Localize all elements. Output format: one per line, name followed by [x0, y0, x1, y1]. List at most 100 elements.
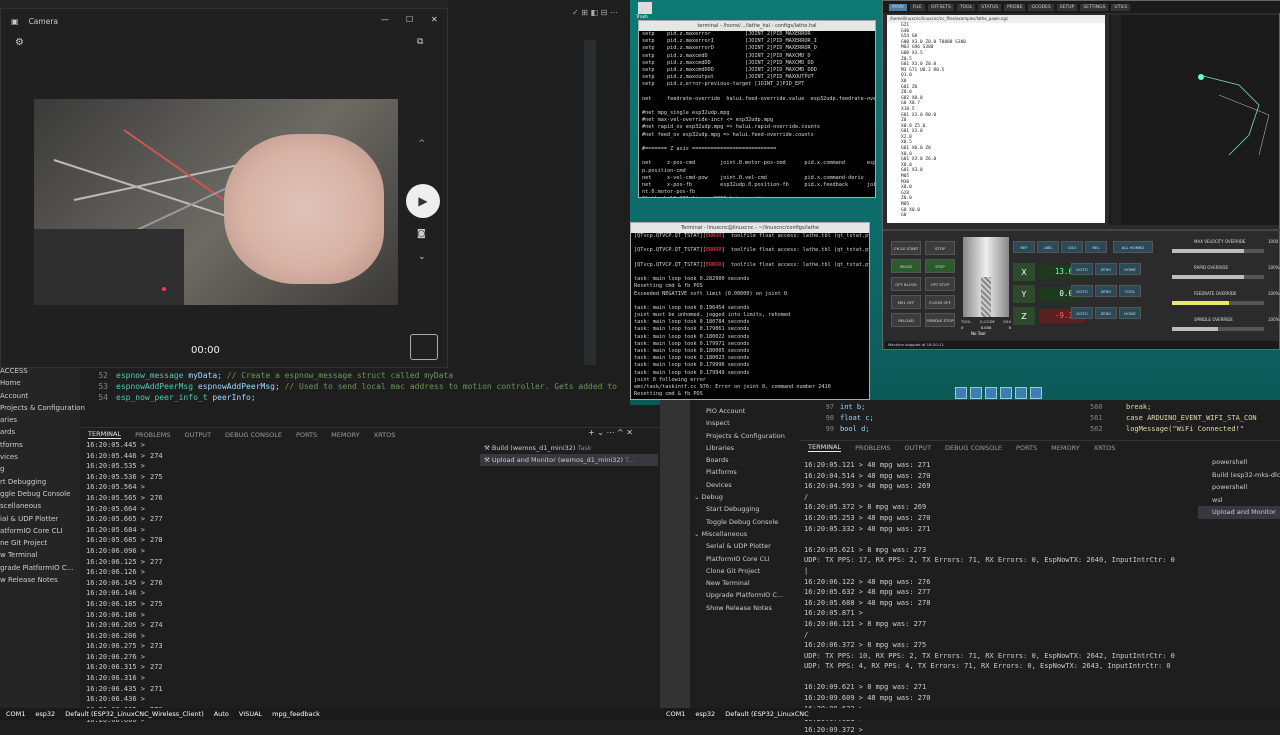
sidebar-item[interactable]: Home: [0, 377, 80, 389]
gui-button[interactable]: RELOAD: [891, 313, 921, 327]
left-terminal[interactable]: 16:20:05.445 >16:20:05.446 >274 16:20:05.…: [80, 440, 480, 724]
taskbar-terminal-icon[interactable]: [970, 387, 982, 399]
panel-tab[interactable]: MEMORY: [1051, 444, 1080, 452]
sidebar-item[interactable]: ards: [0, 426, 80, 438]
axis-button[interactable]: HOME: [1119, 263, 1141, 275]
axis-button[interactable]: ZERO: [1095, 263, 1117, 275]
gallery-thumbnail[interactable]: [410, 334, 438, 360]
axis-button[interactable]: GOTO: [1071, 263, 1093, 275]
sidebar-item[interactable]: g: [0, 463, 80, 475]
maximize-icon[interactable]: ☐: [406, 15, 413, 24]
axis-button[interactable]: REF: [1013, 241, 1035, 253]
terminal-session[interactable]: ⚒ Build (wemos_d1_mini32) Task: [480, 442, 658, 454]
sidebar-item[interactable]: Projects & Configuration: [0, 402, 85, 414]
terminal-session[interactable]: ⚒ Upload and Monitor (wemos_d1_mini32) T…: [480, 454, 658, 466]
sidebar-section[interactable]: ⌄ Miscellaneous: [690, 528, 800, 540]
hal-editor-terminal[interactable]: terminal - /home/.../lathe_hal - configs…: [638, 20, 876, 198]
sidebar-item[interactable]: grade PlatformIO C...: [0, 562, 80, 574]
axis-button[interactable]: TOOL: [1119, 285, 1141, 297]
axis-button[interactable]: ZERO: [1095, 307, 1117, 319]
sidebar-item[interactable]: Serial & UDP Plotter: [690, 540, 800, 552]
panel-controls[interactable]: + ⌄ ⋯ ^ ✕: [588, 428, 633, 437]
panel-tab[interactable]: XRTOS: [1094, 444, 1116, 452]
gui-button[interactable]: OPT STOP: [925, 277, 955, 291]
editor-toolbar-icons[interactable]: ✓ ⊞ ◧ ⊟ ⋯: [572, 8, 618, 17]
panel-tab[interactable]: PORTS: [296, 431, 317, 439]
taskbar-settings-icon[interactable]: [1000, 387, 1012, 399]
gui-button[interactable]: SPINDLE STOP: [925, 313, 955, 327]
sidebar-item[interactable]: Boards: [690, 454, 800, 466]
axis-button[interactable]: HOME: [1119, 307, 1141, 319]
status-item[interactable]: Auto: [214, 710, 229, 718]
axis-button[interactable]: ABS: [1037, 241, 1059, 253]
sidebar-item[interactable]: Account: [0, 390, 80, 402]
close-icon[interactable]: ✕: [431, 15, 438, 24]
gcode-viewer[interactable]: G21 G40 G54 G8 G00 X3.0 Z0.0 T0808 S300 M03 …: [887, 23, 1105, 223]
panel-tab[interactable]: PORTS: [1016, 444, 1037, 452]
panel-tab[interactable]: XRTOS: [374, 431, 396, 439]
toolpath-preview[interactable]: [1109, 15, 1279, 225]
sidebar-section[interactable]: ⌄ Debug: [690, 491, 800, 503]
gui-nav-tab[interactable]: FILE: [909, 3, 925, 11]
gui-nav-tab[interactable]: TOOL: [956, 3, 976, 11]
panel-tab[interactable]: DEBUG CONSOLE: [945, 444, 1002, 452]
status-item[interactable]: VISUAL: [239, 710, 262, 718]
terminal-session[interactable]: wsl: [1198, 494, 1280, 507]
status-item[interactable]: Default (ESP32_LinuxCNC_Wireless_Client): [65, 710, 204, 718]
status-item[interactable]: mpg_feedback: [272, 710, 320, 718]
axis-button[interactable]: REL: [1085, 241, 1107, 253]
gui-nav-tab[interactable]: SETTINGS: [1080, 3, 1109, 11]
gui-button[interactable]: OPT BLOCK: [891, 277, 921, 291]
right-terminal-list[interactable]: powershell Build (esp32-mks-dlc powershell…: [1198, 456, 1280, 519]
sidebar-item[interactable]: ial & UDP Plotter: [0, 513, 80, 525]
gui-nav-tab[interactable]: UTILS: [1111, 3, 1131, 11]
camera-switch-icon[interactable]: ⧉: [417, 37, 423, 47]
code-editor[interactable]: 52 espnow_message myData; // Create a esp…: [80, 370, 660, 418]
gui-button[interactable]: M01 OFF: [891, 295, 921, 309]
axis-button[interactable]: G54: [1061, 241, 1083, 253]
video-mode-button[interactable]: ▶: [406, 184, 440, 218]
left-terminal-list[interactable]: ⚒ Build (wemos_d1_mini32) Task ⚒ Upload a…: [480, 442, 658, 466]
sidebar-item[interactable]: rt Debugging: [0, 476, 80, 488]
sidebar-item[interactable]: ggle Debug Console: [0, 488, 80, 500]
panel-tab[interactable]: MEMORY: [331, 431, 360, 439]
linuxcnc-terminal[interactable]: Terminal - linuxcnc@linuxcnc - ~/linuxcn…: [630, 222, 870, 400]
sidebar-item[interactable]: Toggle Debug Console: [690, 516, 800, 528]
gui-nav-tab[interactable]: STATUS: [978, 3, 1002, 11]
sidebar-item[interactable]: Projects & Configuration: [690, 430, 800, 442]
gui-button[interactable]: STEP: [925, 259, 955, 273]
gui-nav-tab[interactable]: SETUP: [1056, 3, 1078, 11]
sidebar-item[interactable]: Upgrade PlatformIO C...: [690, 589, 800, 601]
sidebar-item[interactable]: w Release Notes: [0, 574, 80, 586]
chevron-up-icon[interactable]: ^: [418, 139, 426, 149]
status-item[interactable]: esp32: [35, 710, 55, 718]
sidebar-item[interactable]: scellaneous: [0, 500, 80, 512]
sidebar-item[interactable]: vices: [0, 451, 80, 463]
panel-tab[interactable]: OUTPUT: [905, 444, 932, 452]
right-terminal[interactable]: 16:20:05.121 > 48 mpg was: 271 16:20:04.5…: [800, 460, 1190, 734]
sidebar-item[interactable]: PIO Account: [690, 405, 800, 417]
right-code-editor[interactable]: 97 int b; 560 break; 98 float c; 561 case ARDUI…: [800, 402, 1280, 435]
sidebar-item[interactable]: Libraries: [690, 442, 800, 454]
gui-nav-tab[interactable]: OFFSETS: [927, 3, 954, 11]
panel-tab[interactable]: DEBUG CONSOLE: [225, 431, 282, 439]
terminal-session[interactable]: Build (esp32-mks-dlc: [1198, 469, 1280, 482]
taskbar-app-icon[interactable]: [1030, 387, 1042, 399]
terminal-session[interactable]: powershell: [1198, 481, 1280, 494]
panel-tab[interactable]: PROBLEMS: [135, 431, 170, 439]
status-item[interactable]: Default (ESP32_LinuxCNC: [725, 710, 808, 718]
sidebar-item[interactable]: Start Debugging: [690, 503, 800, 515]
sidebar-item[interactable]: w Terminal: [0, 549, 80, 561]
sidebar-item[interactable]: Clone Git Project: [690, 565, 800, 577]
gui-button[interactable]: PAUSE: [891, 259, 921, 273]
status-item[interactable]: COM1: [666, 710, 685, 718]
panel-tab[interactable]: TERMINAL: [808, 443, 842, 452]
terminal-session[interactable]: Upload and Monitor: [1198, 506, 1280, 519]
sidebar-item[interactable]: atformIO Core CLI: [0, 525, 80, 537]
photo-mode-icon[interactable]: ◙: [417, 229, 426, 239]
sidebar-item[interactable]: Show Release Notes: [690, 602, 800, 614]
minimap[interactable]: [584, 40, 596, 365]
minimize-icon[interactable]: —: [381, 15, 389, 24]
status-item[interactable]: COM1: [6, 710, 25, 718]
taskbar-gear-icon[interactable]: [1015, 387, 1027, 399]
